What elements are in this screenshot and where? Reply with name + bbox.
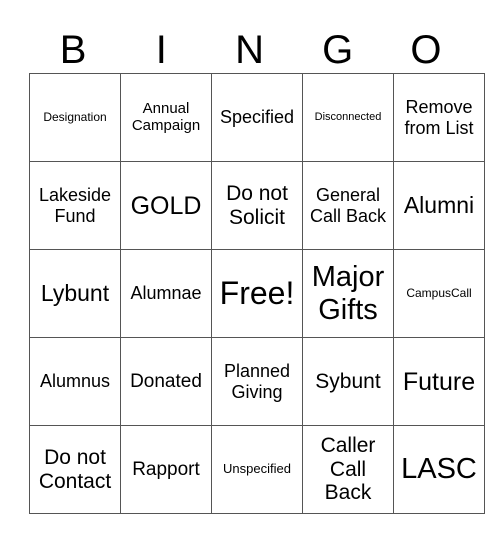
- bingo-cell[interactable]: General Call Back: [302, 161, 394, 250]
- bingo-cell[interactable]: Designation: [29, 73, 121, 162]
- bingo-cell[interactable]: Lybunt: [29, 249, 121, 338]
- bingo-cell-free[interactable]: Free!: [211, 249, 303, 338]
- bingo-cell[interactable]: Alumni: [393, 161, 485, 250]
- bingo-cell[interactable]: Planned Giving: [211, 337, 303, 426]
- bingo-cell[interactable]: Rapport: [120, 425, 212, 514]
- board-row: Lakeside Fund GOLD Do not Solicit Genera…: [29, 161, 485, 250]
- bingo-cell[interactable]: Sybunt: [302, 337, 394, 426]
- bingo-cell[interactable]: Future: [393, 337, 485, 426]
- bingo-cell[interactable]: Alumnae: [120, 249, 212, 338]
- header-letter-i: I: [155, 28, 167, 72]
- board-row: Lybunt Alumnae Free! Major Gifts CampusC…: [29, 249, 485, 338]
- header-letter-o: O: [410, 28, 442, 72]
- bingo-cell[interactable]: Alumnus: [29, 337, 121, 426]
- bingo-board: Designation Annual Campaign Specified Di…: [29, 73, 485, 514]
- bingo-cell[interactable]: LASC: [393, 425, 485, 514]
- board-row: Designation Annual Campaign Specified Di…: [29, 73, 485, 162]
- bingo-cell[interactable]: Donated: [120, 337, 212, 426]
- bingo-cell[interactable]: Specified: [211, 73, 303, 162]
- bingo-cell[interactable]: Annual Campaign: [120, 73, 212, 162]
- header-letter-g: G: [322, 28, 354, 72]
- bingo-cell[interactable]: Do not Contact: [29, 425, 121, 514]
- bingo-cell[interactable]: Disconnected: [302, 73, 394, 162]
- bingo-cell[interactable]: GOLD: [120, 161, 212, 250]
- board-row: Do not Contact Rapport Unspecified Calle…: [29, 425, 485, 514]
- bingo-cell[interactable]: CampusCall: [393, 249, 485, 338]
- bingo-header: B I N G O: [29, 28, 470, 72]
- bingo-cell[interactable]: Major Gifts: [302, 249, 394, 338]
- bingo-cell[interactable]: Caller Call Back: [302, 425, 394, 514]
- bingo-cell[interactable]: Remove from List: [393, 73, 485, 162]
- header-letter-b: B: [59, 28, 87, 72]
- bingo-cell[interactable]: Lakeside Fund: [29, 161, 121, 250]
- header-letter-n: N: [235, 28, 264, 72]
- bingo-cell[interactable]: Do not Solicit: [211, 161, 303, 250]
- board-row: Alumnus Donated Planned Giving Sybunt Fu…: [29, 337, 485, 426]
- bingo-cell[interactable]: Unspecified: [211, 425, 303, 514]
